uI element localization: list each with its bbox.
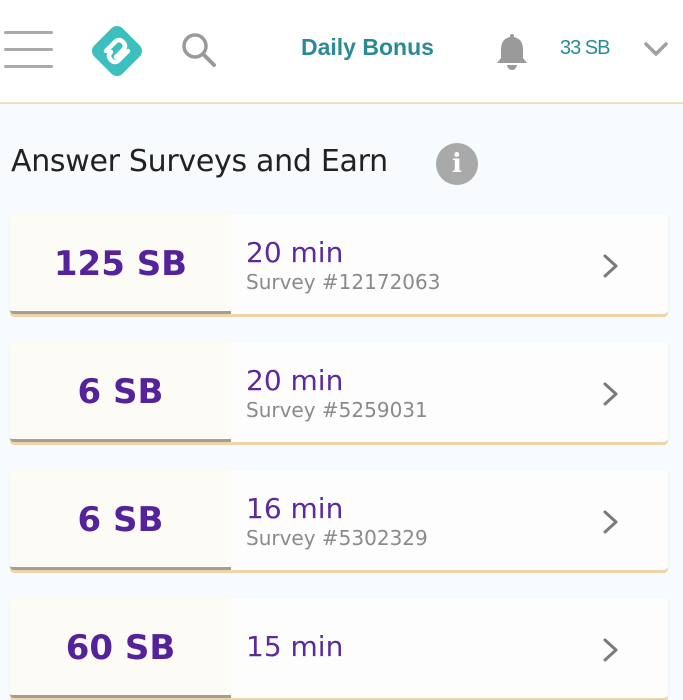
hamburger-menu-icon[interactable] [4, 31, 53, 69]
sb-balance: 33 SB [560, 37, 610, 59]
search-icon[interactable] [178, 30, 220, 72]
survey-duration: 20 min [246, 364, 344, 397]
survey-reward: 60 SB [65, 628, 176, 668]
page-title: Answer Surveys and Earn [11, 144, 388, 179]
survey-card[interactable]: 125 SB 20 min Survey #12172063 [10, 214, 668, 314]
survey-id: Survey #5302329 [246, 526, 428, 550]
survey-duration: 15 min [246, 630, 344, 663]
bell-icon[interactable] [493, 30, 531, 72]
survey-duration: 16 min [246, 492, 344, 525]
survey-card[interactable]: 6 SB 20 min Survey #5259031 [10, 342, 668, 442]
survey-duration: 20 min [246, 236, 344, 269]
chevron-right-icon[interactable] [600, 508, 622, 536]
top-nav-bar: Daily Bonus 33 SB [0, 0, 683, 104]
chevron-right-icon[interactable] [600, 636, 622, 664]
survey-id: Survey #12172063 [246, 270, 441, 294]
survey-reward: 6 SB [77, 500, 164, 540]
survey-id: Survey #5259031 [246, 398, 428, 422]
survey-card[interactable]: 6 SB 16 min Survey #5302329 [10, 470, 668, 570]
survey-reward: 125 SB [53, 244, 188, 284]
survey-reward: 6 SB [77, 372, 164, 412]
chevron-right-icon[interactable] [600, 380, 622, 408]
chevron-down-icon[interactable] [642, 38, 670, 60]
swagbucks-logo-icon[interactable] [88, 22, 146, 80]
survey-card[interactable]: 60 SB 15 min [10, 598, 668, 698]
daily-bonus-link[interactable]: Daily Bonus [301, 34, 434, 61]
info-icon[interactable]: i [436, 143, 478, 185]
chevron-right-icon[interactable] [600, 252, 622, 280]
